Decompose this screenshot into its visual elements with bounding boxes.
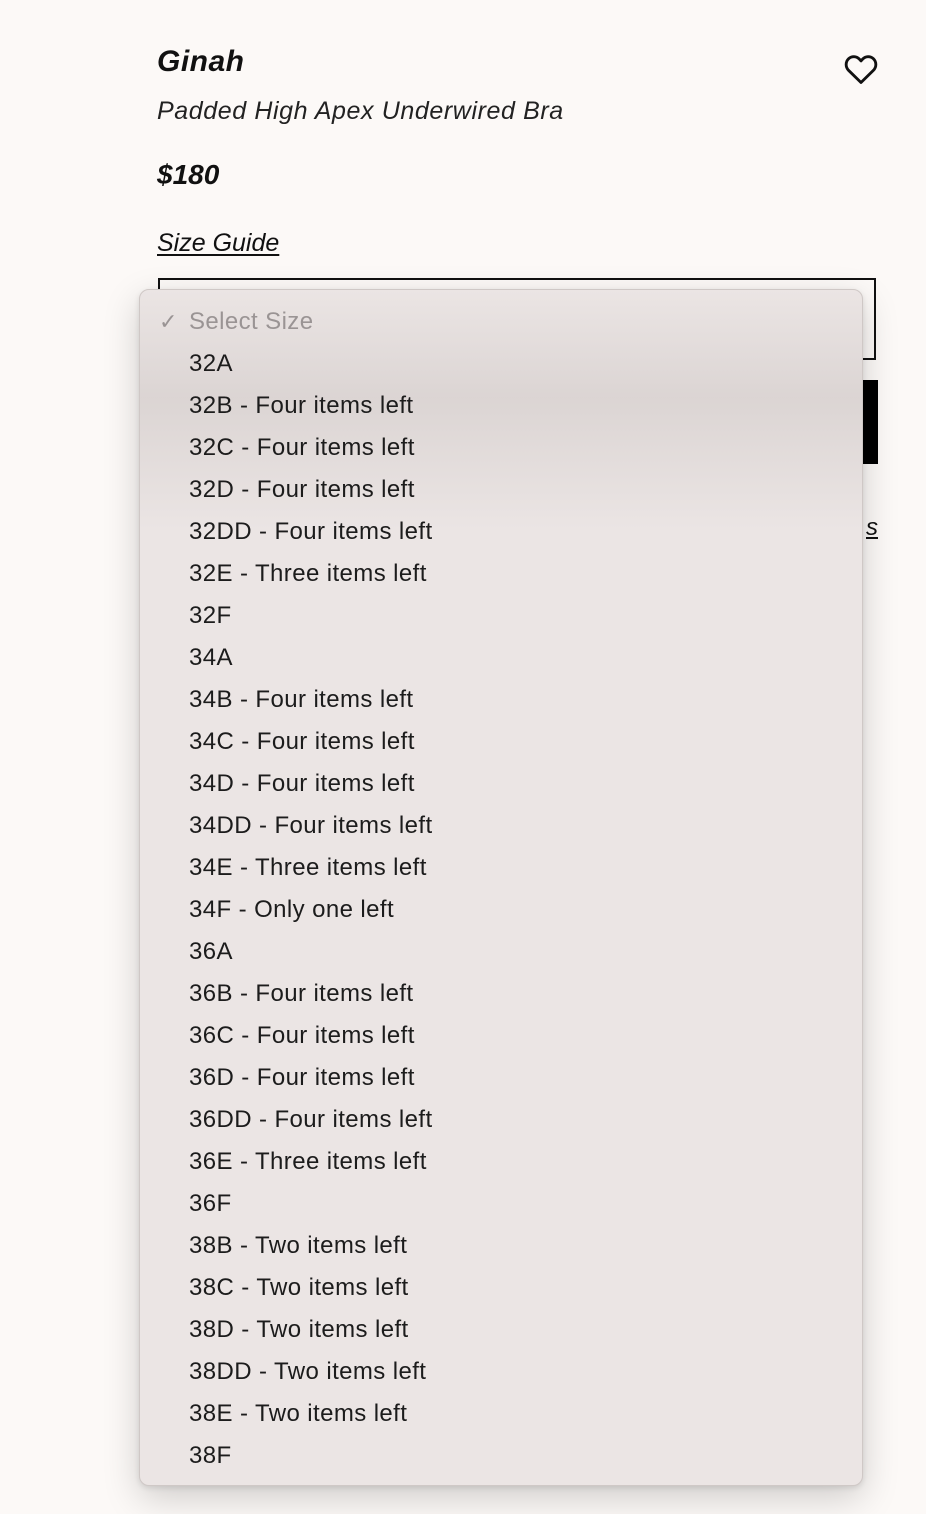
size-option-label: 38DD - Two items left [189, 1358, 427, 1385]
heart-icon[interactable] [842, 50, 880, 88]
size-option[interactable]: 32DD - Four items left [140, 511, 862, 553]
size-dropdown-menu[interactable]: ✓ Select Size 32A 32B - Four items left 32C … [139, 289, 863, 1486]
size-option[interactable]: 36E - Three items left [140, 1141, 862, 1183]
size-option-label: 36D - Four items left [189, 1064, 415, 1091]
size-option[interactable]: 32D - Four items left [140, 469, 862, 511]
size-option[interactable]: 38D - Two items left [140, 1309, 862, 1351]
size-option-label: 32B - Four items left [189, 392, 414, 419]
size-option[interactable]: 38C - Two items left [140, 1267, 862, 1309]
size-option[interactable]: 36DD - Four items left [140, 1099, 862, 1141]
size-option[interactable]: 36F [140, 1183, 862, 1225]
size-option[interactable]: 36C - Four items left [140, 1015, 862, 1057]
size-option-label: 32E - Three items left [189, 560, 427, 587]
size-option-label: 36C - Four items left [189, 1022, 415, 1049]
size-option[interactable]: 32A [140, 343, 862, 385]
size-option[interactable]: 36B - Four items left [140, 973, 862, 1015]
size-option[interactable]: 32E - Three items left [140, 553, 862, 595]
size-option[interactable]: 34D - Four items left [140, 763, 862, 805]
size-option[interactable]: 32C - Four items left [140, 427, 862, 469]
size-option-label: 38C - Two items left [189, 1274, 409, 1301]
size-option-label: 38F [189, 1442, 232, 1469]
size-option[interactable]: 36A [140, 931, 862, 973]
size-option-label: Select Size [189, 308, 314, 335]
size-option[interactable]: 38DD - Two items left [140, 1351, 862, 1393]
size-option-label: 34B - Four items left [189, 686, 414, 713]
checkmark-icon: ✓ [159, 309, 178, 334]
size-option-label: 32D - Four items left [189, 476, 415, 503]
size-option-label: 38D - Two items left [189, 1316, 409, 1343]
size-option-label: 32DD - Four items left [189, 518, 433, 545]
size-guide-link[interactable]: Size Guide [157, 229, 279, 258]
size-option-label: 36E - Three items left [189, 1148, 427, 1175]
size-option[interactable]: 34E - Three items left [140, 847, 862, 889]
size-option[interactable]: 32B - Four items left [140, 385, 862, 427]
size-option-label: 34F - Only one left [189, 896, 395, 923]
size-option-list: ✓ Select Size 32A 32B - Four items left 32C … [140, 301, 862, 1477]
size-option-label: 32F [189, 602, 232, 629]
brand-name: Ginah [157, 45, 245, 78]
size-option[interactable]: 34C - Four items left [140, 721, 862, 763]
size-option-label: 36A [189, 938, 233, 965]
size-option-label: 34DD - Four items left [189, 812, 433, 839]
size-option[interactable]: 32F [140, 595, 862, 637]
size-option-label: 38B - Two items left [189, 1232, 408, 1259]
size-option-label: 36F [189, 1190, 232, 1217]
size-option-label: 34C - Four items left [189, 728, 415, 755]
product-price: $180 [157, 159, 220, 190]
size-option[interactable]: 34DD - Four items left [140, 805, 862, 847]
size-option-label: 38E - Two items left [189, 1400, 408, 1427]
size-option-placeholder[interactable]: ✓ Select Size [140, 301, 862, 343]
size-option-label: 36B - Four items left [189, 980, 414, 1007]
size-option[interactable]: 38F [140, 1435, 862, 1477]
size-option[interactable]: 36D - Four items left [140, 1057, 862, 1099]
size-option[interactable]: 34A [140, 637, 862, 679]
size-option-label: 34D - Four items left [189, 770, 415, 797]
size-option[interactable]: 38E - Two items left [140, 1393, 862, 1435]
size-option[interactable]: 38B - Two items left [140, 1225, 862, 1267]
size-option-label: 34E - Three items left [189, 854, 427, 881]
size-option-label: 34A [189, 644, 233, 671]
size-option-label: 36DD - Four items left [189, 1106, 433, 1133]
size-option[interactable]: 34B - Four items left [140, 679, 862, 721]
size-option-label: 32C - Four items left [189, 434, 415, 461]
size-option[interactable]: 34F - Only one left [140, 889, 862, 931]
size-option-label: 32A [189, 350, 233, 377]
product-title: Padded High Apex Underwired Bra [157, 97, 564, 125]
